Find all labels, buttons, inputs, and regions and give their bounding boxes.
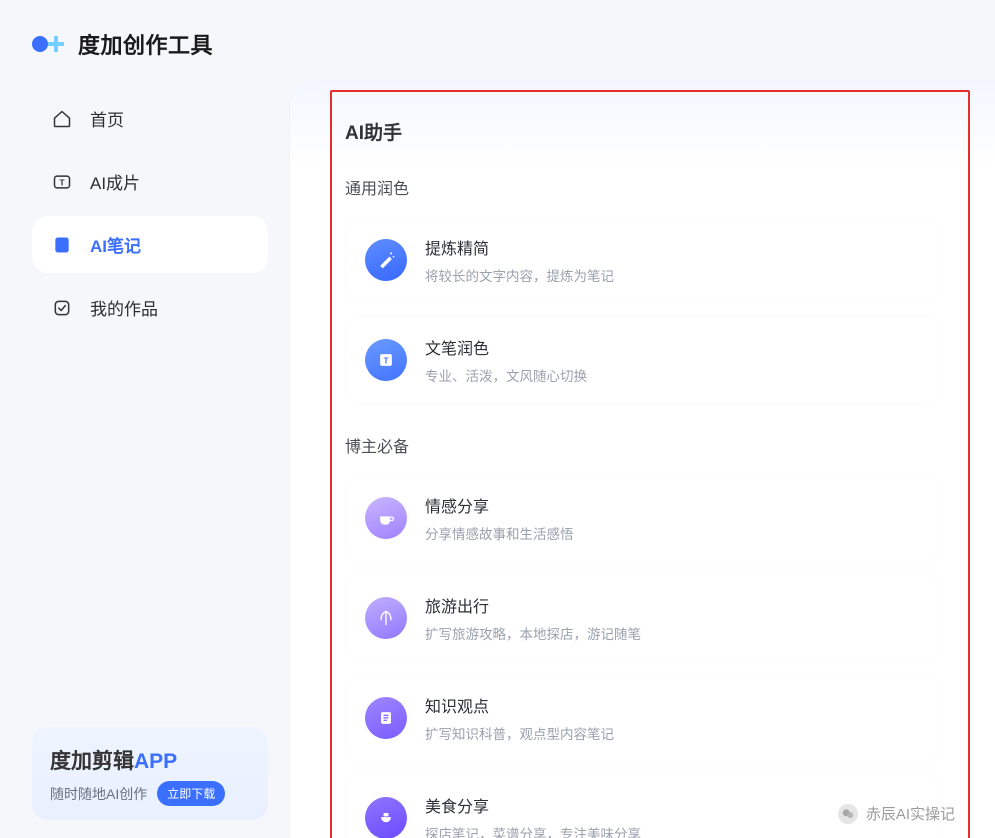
- card-title: 美食分享: [425, 793, 641, 817]
- nav-label: AI笔记: [90, 232, 141, 257]
- sidebar: 首页 T AI成片 AI笔记 我的作品: [20, 80, 280, 838]
- svg-text:T: T: [59, 177, 64, 187]
- card-list: 提炼精简 将较长的文字内容，提炼为笔记 T 文笔润色 专业、活泼，文风随心切换: [345, 217, 940, 403]
- card-desc: 探店笔记，菜谱分享，专注美味分享: [425, 823, 641, 838]
- nav-item-aiclip[interactable]: T AI成片: [32, 153, 268, 210]
- panel-inner: AI助手 通用润色 提炼精简 将较长的文字内容，提炼为笔记: [290, 80, 995, 838]
- promo-subtitle: 随时随地AI创作: [50, 784, 147, 804]
- wechat-icon: [838, 804, 858, 824]
- tool-card-refine[interactable]: 提炼精简 将较长的文字内容，提炼为笔记: [345, 217, 940, 303]
- tool-card-polish[interactable]: T 文笔润色 专业、活泼，文风随心切换: [345, 317, 940, 403]
- nav-item-works[interactable]: 我的作品: [32, 279, 268, 336]
- card-title: 提炼精简: [425, 235, 614, 259]
- nav-label: AI成片: [90, 169, 140, 194]
- watermark-text: 赤辰AI实操记: [866, 803, 955, 824]
- card-body: 知识观点 扩写知识科普，观点型内容笔记: [425, 693, 614, 743]
- main-panel: AI助手 通用润色 提炼精简 将较长的文字内容，提炼为笔记: [290, 80, 995, 838]
- svg-text:T: T: [383, 355, 388, 365]
- card-body: 旅游出行 扩写旅游攻略，本地探店，游记随笔: [425, 593, 641, 643]
- nav-label: 我的作品: [90, 295, 158, 320]
- card-desc: 将较长的文字内容，提炼为笔记: [425, 265, 614, 285]
- note-icon: [50, 233, 74, 257]
- card-body: 情感分享 分享情感故事和生活感悟: [425, 493, 574, 543]
- card-title: 文笔润色: [425, 335, 587, 359]
- nav-item-ainote[interactable]: AI笔记: [32, 216, 268, 273]
- nav-list: 首页 T AI成片 AI笔记 我的作品: [32, 90, 268, 336]
- card-title: 情感分享: [425, 493, 574, 517]
- promo-sub-row: 随时随地AI创作 立即下载: [50, 781, 250, 806]
- app-header: 度加创作工具: [0, 0, 995, 70]
- text-polish-icon: T: [365, 339, 407, 381]
- nav-label: 首页: [90, 106, 124, 131]
- promo-title-em: APP: [134, 750, 177, 773]
- food-icon: [365, 797, 407, 838]
- section-title: 博主必备: [345, 433, 940, 457]
- main-layout: 首页 T AI成片 AI笔记 我的作品: [0, 70, 995, 838]
- nav-item-home[interactable]: 首页: [32, 90, 268, 147]
- card-title: 知识观点: [425, 693, 614, 717]
- wand-icon: [365, 239, 407, 281]
- panel-title: AI助手: [345, 118, 940, 145]
- card-list: 情感分享 分享情感故事和生活感悟 旅游出行 扩写旅游攻略，本地探店，游记随笔: [345, 475, 940, 838]
- film-icon: T: [50, 170, 74, 194]
- card-title: 旅游出行: [425, 593, 641, 617]
- tool-card-emotion[interactable]: 情感分享 分享情感故事和生活感悟: [345, 475, 940, 561]
- watermark: 赤辰AI实操记: [838, 803, 955, 824]
- section-blogger: 博主必备 情感分享 分享情感故事和生活感悟: [345, 433, 940, 838]
- download-button[interactable]: 立即下载: [157, 781, 225, 806]
- card-desc: 分享情感故事和生活感悟: [425, 523, 574, 543]
- app-logo-icon: [30, 32, 68, 56]
- tool-card-travel[interactable]: 旅游出行 扩写旅游攻略，本地探店，游记随笔: [345, 575, 940, 661]
- card-body: 美食分享 探店笔记，菜谱分享，专注美味分享: [425, 793, 641, 838]
- section-title: 通用润色: [345, 175, 940, 199]
- home-icon: [50, 107, 74, 131]
- card-desc: 扩写知识科普，观点型内容笔记: [425, 723, 614, 743]
- promo-title-prefix: 度加剪辑: [50, 750, 134, 773]
- knowledge-icon: [365, 697, 407, 739]
- promo-card: 度加剪辑APP 随时随地AI创作 立即下载: [32, 727, 268, 820]
- app-title: 度加创作工具: [78, 28, 213, 60]
- promo-title: 度加剪辑APP: [50, 745, 250, 775]
- card-body: 文笔润色 专业、活泼，文风随心切换: [425, 335, 587, 385]
- card-desc: 专业、活泼，文风随心切换: [425, 365, 587, 385]
- works-icon: [50, 296, 74, 320]
- card-body: 提炼精简 将较长的文字内容，提炼为笔记: [425, 235, 614, 285]
- coffee-icon: [365, 497, 407, 539]
- card-desc: 扩写旅游攻略，本地探店，游记随笔: [425, 623, 641, 643]
- tool-card-knowledge[interactable]: 知识观点 扩写知识科普，观点型内容笔记: [345, 675, 940, 761]
- travel-icon: [365, 597, 407, 639]
- section-general: 通用润色 提炼精简 将较长的文字内容，提炼为笔记 T: [345, 175, 940, 403]
